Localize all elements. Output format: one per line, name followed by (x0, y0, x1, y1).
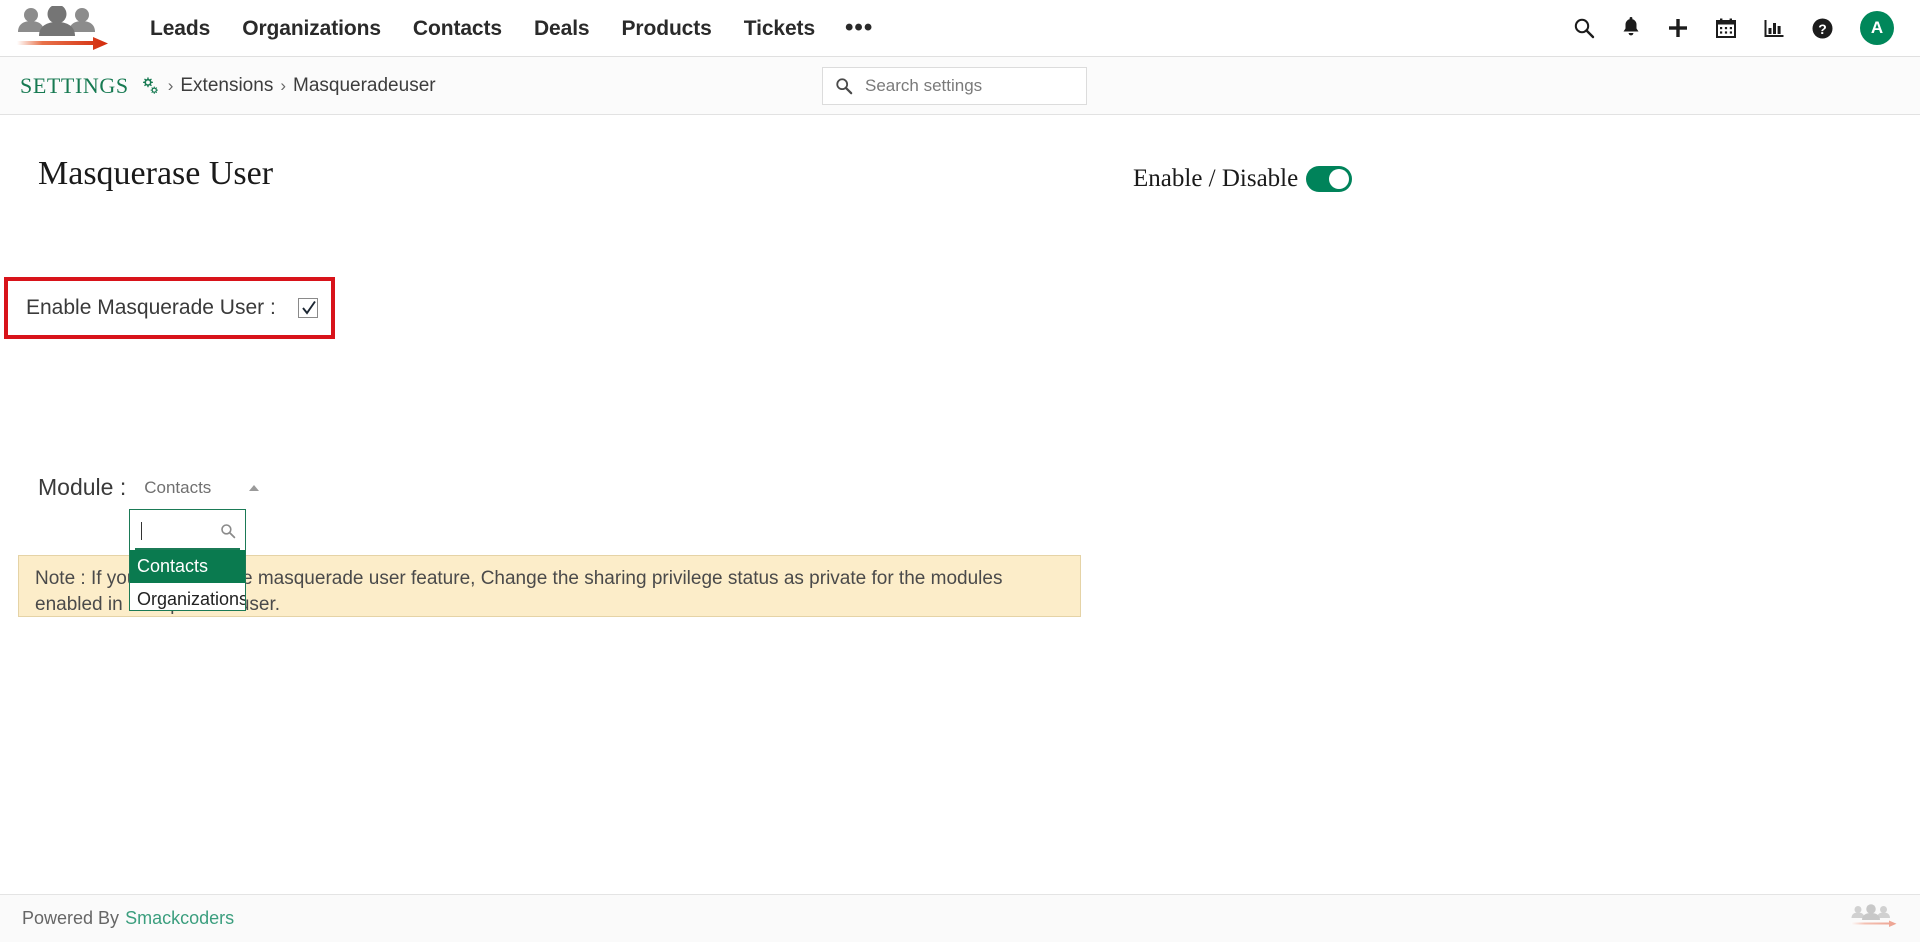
bar-chart-icon[interactable] (1763, 17, 1785, 39)
nav-item-organizations[interactable]: Organizations (226, 0, 397, 57)
app-logo[interactable] (0, 0, 118, 57)
svg-text:?: ? (1818, 21, 1827, 37)
settings-link[interactable]: SETTINGS (20, 73, 129, 99)
breadcrumb-separator-1: › (168, 76, 174, 96)
search-settings-icon (835, 77, 853, 95)
powered-by-label: Powered By (22, 908, 119, 929)
enable-disable-label: Enable / Disable (1133, 165, 1298, 193)
search-settings-input[interactable] (863, 75, 1063, 97)
nav-item-products[interactable]: Products (606, 0, 728, 57)
nav-overflow-menu-button[interactable]: ••• (831, 8, 887, 48)
nav-right-icons: ? A (1573, 11, 1920, 45)
dropdown-search-icon (220, 523, 236, 539)
main-content: Masquerase User Enable / Disable Enable … (0, 115, 1920, 915)
settings-breadcrumb-bar: SETTINGS › Extensions › Masqueradeuser (0, 57, 1920, 115)
toggle-knob (1329, 169, 1349, 189)
top-navigation-bar: Leads Organizations Contacts Deals Produ… (0, 0, 1920, 57)
app-root: Leads Organizations Contacts Deals Produ… (0, 0, 1920, 942)
calendar-icon[interactable] (1715, 17, 1737, 39)
enable-masquerade-row: Enable Masquerade User : (8, 296, 318, 320)
module-option-contacts[interactable]: Contacts (130, 550, 245, 583)
checkmark-icon (301, 300, 317, 316)
enable-masquerade-label: Enable Masquerade User : (26, 296, 276, 320)
nav-item-deals[interactable]: Deals (518, 0, 606, 57)
module-select-trigger[interactable]: Contacts (144, 478, 262, 498)
enable-disable-toggle[interactable] (1306, 166, 1352, 192)
module-dropdown-panel: Contacts Organizations (129, 509, 246, 611)
module-dropdown-search-row[interactable] (135, 514, 240, 550)
breadcrumb-extensions[interactable]: Extensions (180, 75, 273, 97)
module-selected-value: Contacts (144, 478, 211, 498)
module-option-organizations[interactable]: Organizations (130, 583, 245, 616)
nav-item-leads[interactable]: Leads (134, 0, 226, 57)
text-cursor (141, 522, 142, 540)
search-icon[interactable] (1573, 17, 1595, 39)
footer-logo (1846, 901, 1898, 936)
user-avatar[interactable]: A (1860, 11, 1894, 45)
nav-item-contacts[interactable]: Contacts (397, 0, 518, 57)
footer-brand-link[interactable]: Smackcoders (125, 908, 234, 929)
enable-disable-control: Enable / Disable (1133, 165, 1352, 193)
enable-masquerade-checkbox[interactable] (298, 298, 318, 318)
page-footer: Powered By Smackcoders (0, 894, 1920, 942)
bell-icon[interactable] (1621, 17, 1641, 39)
module-row: Module : Contacts (38, 474, 262, 501)
nav-item-tickets[interactable]: Tickets (728, 0, 831, 57)
people-arrow-logo-small-icon (1846, 901, 1898, 931)
breadcrumb-current-page: Masqueradeuser (293, 75, 436, 97)
help-icon[interactable]: ? (1811, 17, 1834, 40)
people-arrow-logo-icon (7, 6, 111, 50)
search-settings-box[interactable] (822, 67, 1087, 105)
nav-items: Leads Organizations Contacts Deals Produ… (134, 0, 887, 57)
page-title: Masquerase User (38, 155, 273, 193)
breadcrumb-separator-2: › (280, 76, 286, 96)
enable-masquerade-highlight-box: Enable Masquerade User : (4, 277, 335, 339)
plus-icon[interactable] (1667, 17, 1689, 39)
gears-icon[interactable] (139, 75, 161, 97)
chevron-up-icon (249, 485, 259, 491)
module-label: Module : (38, 474, 126, 501)
